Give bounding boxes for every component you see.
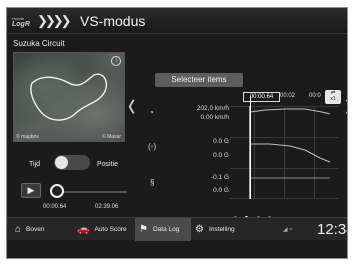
- nav-item-data-log[interactable]: ⚑ Data Log: [135, 218, 191, 241]
- zoom-button[interactable]: ⇄ x1: [325, 90, 341, 104]
- nav-item-instelling[interactable]: ⚙ Instelling: [195, 218, 255, 241]
- nav-item-auto-score[interactable]: 🚗 Auto Score: [77, 218, 135, 241]
- circuit-name: Suzuka Circuit: [13, 39, 65, 48]
- lateral-g-icon: (◦): [148, 142, 157, 151]
- toggle-label-tijd: Tijd: [29, 161, 41, 168]
- select-items-button[interactable]: Selecteer items: [155, 73, 243, 87]
- home-icon: ⌂: [15, 224, 22, 235]
- data-log-graph[interactable]: [230, 106, 338, 199]
- data-traces: [249, 106, 331, 199]
- timeline-current: 00:00.64: [243, 92, 280, 102]
- scrub-handle[interactable]: [50, 184, 64, 198]
- lateral-g-top-value: 0.0 G: [213, 138, 229, 145]
- scrub-track[interactable]: [53, 191, 127, 193]
- time-start: 00:00.64: [43, 204, 67, 210]
- gear-icon: ⚙: [195, 224, 204, 235]
- long-g-bottom-value: 0.0 G: [213, 187, 229, 194]
- speedometer-icon: ◔: [149, 108, 154, 117]
- track-line: [30, 73, 108, 121]
- circuit-map[interactable]: ↑ © mapbox © Maxar: [13, 52, 125, 142]
- timeline-next: 00:02: [280, 93, 296, 99]
- display-screen: Honda LogR ❯❯❯❯ VS-modus Suzuka Circuit …: [6, 7, 348, 259]
- speed-bottom-value: 0.00 km/h: [200, 114, 229, 121]
- playhead-line[interactable]: [250, 96, 251, 199]
- mode-toggle-switch[interactable]: [54, 155, 90, 170]
- mapbox-credit: © mapbox: [16, 134, 39, 140]
- longitudinal-g-icon: §: [150, 178, 155, 187]
- page-title: VS-modus: [80, 13, 146, 29]
- toggle-label-positie: Positie: [97, 161, 119, 168]
- nav-item-boven[interactable]: ⌂ Boven: [15, 218, 63, 241]
- time-end: 02:39.06: [95, 204, 119, 210]
- maxar-credit: © Maxar: [102, 134, 121, 140]
- previous-arrow-icon[interactable]: ‹: [128, 84, 135, 126]
- lateral-g-bottom-value: 0.0 G: [213, 152, 229, 159]
- flag-icon: ⚑: [139, 224, 148, 235]
- timeline-next2: 00:0: [309, 93, 321, 99]
- status-icons: ◢ ≈: [283, 226, 293, 233]
- next-arrow-icon[interactable]: ›: [345, 84, 347, 126]
- car-icon: 🚗: [77, 224, 90, 235]
- bottom-nav-bar: ⌂ Boven 🚗 Auto Score ⚑ Data Log ⚙ Instelling…: [7, 217, 347, 241]
- compass-icon: ↑: [111, 56, 121, 66]
- toggle-knob: [55, 156, 68, 169]
- top-bar: Honda LogR ❯❯❯❯ VS-modus: [7, 8, 347, 34]
- logr-logo: Honda LogR: [12, 16, 30, 28]
- chevrons-icon: ❯❯❯❯: [37, 13, 72, 28]
- clock: 12:34: [317, 221, 347, 238]
- play-button[interactable]: ▶: [21, 183, 41, 198]
- speed-top-value: 202.0 km/h: [196, 105, 229, 112]
- long-g-top-value: -0.1 G: [210, 174, 229, 181]
- wifi-icon: ≈: [289, 227, 293, 233]
- signal-icon: ◢: [283, 227, 288, 233]
